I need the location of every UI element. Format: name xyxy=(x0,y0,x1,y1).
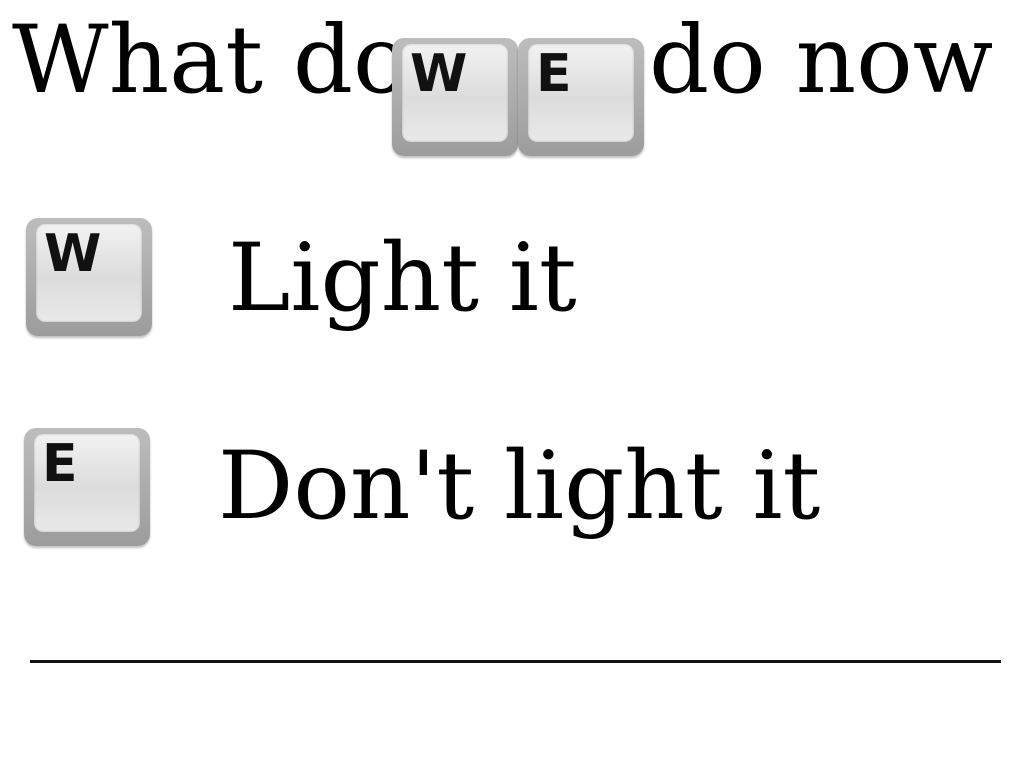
prompt-text-before: What do xyxy=(12,6,410,115)
option-label: Light it xyxy=(228,224,577,333)
key-w-button[interactable]: W xyxy=(26,218,152,336)
prompt-text-after: do now ? xyxy=(649,6,1024,115)
prompt-key-w: W xyxy=(392,38,518,156)
key-legend: W xyxy=(44,224,102,284)
key-legend: E xyxy=(42,434,78,494)
divider-line xyxy=(30,660,1001,663)
key-legend: E xyxy=(536,44,572,104)
key-legend: W xyxy=(410,44,468,104)
key-e-button[interactable]: E xyxy=(24,428,150,546)
prompt-key-e: E xyxy=(518,38,644,156)
option-label: Don't light it xyxy=(218,432,821,541)
